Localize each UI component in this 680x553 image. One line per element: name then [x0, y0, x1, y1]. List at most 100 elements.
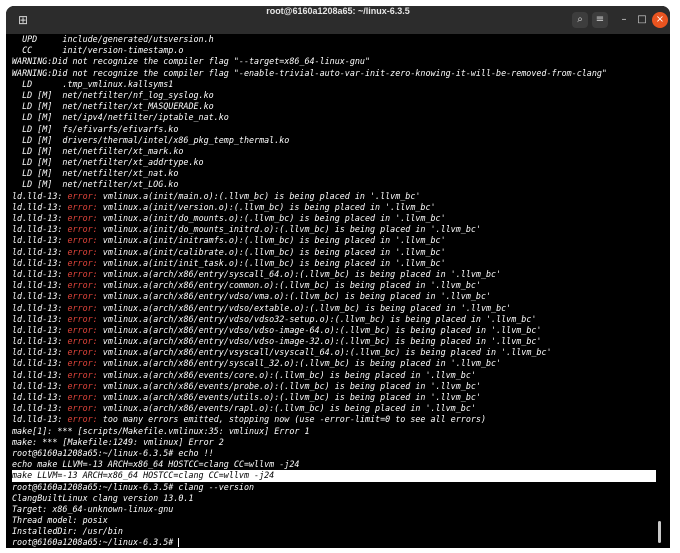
terminal-line: LD [M] net/netfilter/xt_addrtype.ko [12, 157, 204, 168]
terminal-error-line: ld.lld-13: error: too many errors emitte… [12, 414, 656, 425]
error-message: vmlinux.a(init/main.o):(.llvm_bc) is bei… [97, 190, 421, 201]
error-keyword: error: [67, 291, 98, 302]
error-prefix: ld.lld-13: [12, 190, 68, 201]
terminal-line: UPD include/generated/utsversion.h [12, 34, 214, 44]
terminal-error-line: ld.lld-13: error: vmlinux.a(arch/x86/eve… [12, 392, 656, 403]
terminal-error-line: ld.lld-13: error: vmlinux.a(init/init_ta… [12, 258, 656, 269]
error-prefix: ld.lld-13: [12, 369, 68, 380]
error-message: vmlinux.a(init/initramfs.o):(.llvm_bc) i… [97, 235, 446, 246]
terminal-error-line: ld.lld-13: error: vmlinux.a(init/version… [12, 202, 656, 213]
error-prefix: ld.lld-13: [12, 201, 68, 212]
terminal-selected-line: make LLVM=-13 ARCH=x86_64 HOSTCC=clang C… [12, 470, 656, 482]
error-prefix: ld.lld-13: [12, 268, 68, 279]
error-message: vmlinux.a(init/calibrate.o):(.llvm_bc) i… [97, 246, 446, 257]
terminal-prompt-line: root@6160a1208a65:~/linux-6.3.5# [12, 537, 656, 548]
terminal-error-line: ld.lld-13: error: vmlinux.a(arch/x86/ent… [12, 336, 656, 347]
terminal-error-line: ld.lld-13: error: vmlinux.a(arch/x86/ent… [12, 358, 656, 369]
scrollbar-thumb[interactable] [658, 521, 661, 543]
error-message: vmlinux.a(arch/x86/entry/vdso/extable.o)… [97, 302, 512, 313]
error-keyword: error: [67, 246, 98, 257]
error-prefix: ld.lld-13: [12, 235, 68, 246]
error-keyword: error: [67, 280, 98, 291]
terminal-line: LD [M] fs/efivarfs/efivarfs.ko [12, 123, 179, 134]
error-keyword: error: [67, 380, 98, 391]
terminal-line: root@6160a1208a65:~/linux-6.3.5# echo !! [12, 447, 214, 458]
minimize-icon[interactable]: – [616, 12, 632, 28]
error-keyword: error: [67, 414, 98, 425]
error-keyword: error: [67, 392, 98, 402]
error-prefix: ld.lld-13: [12, 257, 68, 268]
error-message: vmlinux.a(arch/x86/events/core.o):(.llvm… [97, 369, 476, 380]
terminal-error-line: ld.lld-13: error: vmlinux.a(init/do_moun… [12, 213, 656, 224]
error-prefix: ld.lld-13: [12, 291, 68, 302]
terminal-line: LD [M] drivers/thermal/intel/x86_pkg_tem… [12, 134, 290, 145]
error-message: vmlinux.a(arch/x86/entry/vdso/vdso-image… [97, 324, 542, 335]
terminal-error-line: ld.lld-13: error: vmlinux.a(init/main.o)… [12, 191, 656, 202]
error-prefix: ld.lld-13: [12, 280, 68, 291]
error-message: vmlinux.a(arch/x86/events/utils.o):(.llv… [97, 392, 481, 402]
error-message: vmlinux.a(arch/x86/entry/vdso/vdso32-set… [97, 313, 537, 324]
error-message: vmlinux.a(arch/x86/entry/common.o):(.llv… [97, 280, 481, 291]
error-prefix: ld.lld-13: [12, 347, 68, 358]
terminal-line: LD [M] net/ipv4/netfilter/iptable_nat.ko [12, 112, 229, 123]
error-message: vmlinux.a(arch/x86/entry/vsyscall/vsysca… [97, 347, 552, 358]
terminal-line: WARNING:Did not recognize the compiler f… [12, 67, 607, 78]
error-message: vmlinux.a(init/do_mounts.o):(.llvm_bc) i… [97, 213, 446, 223]
error-message: vmlinux.a(arch/x86/entry/syscall_32.o):(… [97, 358, 502, 369]
error-prefix: ld.lld-13: [12, 313, 68, 324]
terminal-line: InstalledDir: /usr/bin [12, 526, 123, 537]
error-prefix: ld.lld-13: [12, 213, 68, 223]
terminal-line: LD .tmp_vmlinux.kallsyms1 [12, 78, 174, 89]
error-message: too many errors emitted, stopping now (u… [97, 414, 486, 425]
error-prefix: ld.lld-13: [12, 324, 68, 335]
error-prefix: ld.lld-13: [12, 403, 68, 414]
error-prefix: ld.lld-13: [12, 380, 68, 391]
error-keyword: error: [67, 403, 98, 414]
terminal-output[interactable]: UPD include/generated/utsversion.h CC in… [12, 34, 656, 548]
terminal-line: LD [M] net/netfilter/xt_MASQUERADE.ko [12, 101, 214, 112]
error-keyword: error: [67, 336, 98, 347]
terminal-line: make: *** [Makefile:1249: vmlinux] Error… [12, 436, 224, 447]
maximize-icon[interactable]: □ [634, 12, 650, 28]
terminal-line: CC init/version-timestamp.o [12, 45, 184, 56]
terminal-error-line: ld.lld-13: error: vmlinux.a(arch/x86/ent… [12, 347, 656, 358]
terminal-line: WARNING:Did not recognize the compiler f… [12, 56, 370, 67]
error-message: vmlinux.a(arch/x86/entry/syscall_64.o):(… [97, 268, 502, 279]
error-keyword: error: [67, 201, 98, 212]
error-keyword: error: [67, 213, 98, 223]
terminal-error-line: ld.lld-13: error: vmlinux.a(arch/x86/eve… [12, 381, 656, 392]
terminal-error-line: ld.lld-13: error: vmlinux.a(arch/x86/ent… [12, 291, 656, 302]
search-icon[interactable]: ⌕ [572, 12, 588, 28]
terminal-line: make[1]: *** [scripts/Makefile.vmlinux:3… [12, 425, 310, 436]
error-message: vmlinux.a(arch/x86/entry/vdso/vdso-image… [97, 336, 542, 347]
close-icon[interactable]: × [652, 12, 668, 28]
error-prefix: ld.lld-13: [12, 246, 68, 257]
terminal-line: LD [M] net/netfilter/nf_log_syslog.ko [12, 89, 214, 100]
error-message: vmlinux.a(init/do_mounts_initrd.o):(.llv… [97, 224, 481, 235]
terminal-error-line: ld.lld-13: error: vmlinux.a(arch/x86/eve… [12, 370, 656, 381]
terminal-line: LD [M] net/netfilter/xt_mark.ko [12, 145, 184, 156]
error-prefix: ld.lld-13: [12, 392, 68, 402]
error-keyword: error: [67, 347, 98, 358]
terminal-error-line: ld.lld-13: error: vmlinux.a(init/initram… [12, 235, 656, 246]
error-keyword: error: [67, 358, 98, 369]
terminal-error-line: ld.lld-13: error: vmlinux.a(arch/x86/ent… [12, 314, 656, 325]
text-cursor[interactable] [178, 538, 180, 548]
error-message: vmlinux.a(init/init_task.o):(.llvm_bc) i… [97, 257, 446, 268]
error-keyword: error: [67, 235, 98, 246]
terminal-line: ClangBuiltLinux clang version 13.0.1 [12, 492, 194, 503]
terminal-line: echo make LLVM=-13 ARCH=x86_64 HOSTCC=cl… [12, 459, 300, 470]
terminal-error-line: ld.lld-13: error: vmlinux.a(arch/x86/ent… [12, 280, 656, 291]
error-keyword: error: [67, 224, 98, 235]
error-keyword: error: [67, 268, 98, 279]
terminal-error-line: ld.lld-13: error: vmlinux.a(arch/x86/ent… [12, 303, 656, 314]
terminal-error-line: ld.lld-13: error: vmlinux.a(init/calibra… [12, 247, 656, 258]
error-message: vmlinux.a(arch/x86/events/rapl.o):(.llvm… [97, 403, 476, 414]
terminal-error-line: ld.lld-13: error: vmlinux.a(arch/x86/eve… [12, 403, 656, 414]
menu-icon[interactable]: ≡ [592, 12, 608, 28]
terminal-error-line: ld.lld-13: error: vmlinux.a(arch/x86/ent… [12, 325, 656, 336]
error-prefix: ld.lld-13: [12, 336, 68, 347]
terminal-line: Thread model: posix [12, 515, 108, 526]
terminal-window: ⊞ root@6160a1208a65: ~/linux-6.3.5 ⌕ ≡ –… [6, 6, 670, 548]
terminal-error-line: ld.lld-13: error: vmlinux.a(arch/x86/ent… [12, 269, 656, 280]
